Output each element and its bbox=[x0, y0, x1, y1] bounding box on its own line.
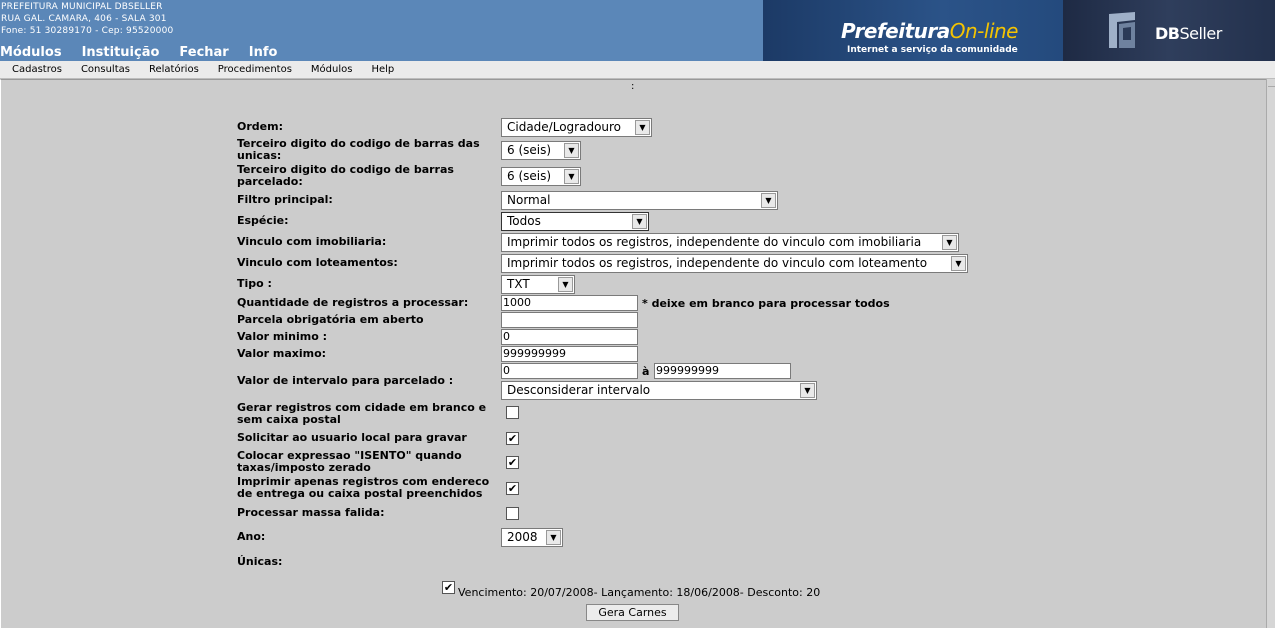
ordem-select-value: Cidade/Logradouro bbox=[507, 120, 622, 134]
chevron-down-icon: ▼ bbox=[564, 143, 579, 158]
intervalo-from-input[interactable]: 0 bbox=[501, 363, 638, 379]
especie-select[interactable]: Todos ▼ bbox=[501, 212, 649, 231]
terceiro-parcelado-label: Terceiro digito do codigo de barras parc… bbox=[237, 163, 454, 188]
brand-seller: Seller bbox=[1179, 24, 1222, 43]
intervalo-label: Valor de intervalo para parcelado : bbox=[237, 374, 454, 387]
chevron-down-icon: ▼ bbox=[951, 256, 966, 271]
massa-falida-label: Processar massa falida: bbox=[237, 506, 385, 519]
top-menu: Módulos Instituição Fechar Info bbox=[0, 44, 297, 61]
chevron-down-icon: ▼ bbox=[635, 120, 650, 135]
menu-modulos[interactable]: Módulos bbox=[311, 61, 353, 78]
intervalo-to-input[interactable]: 999999999 bbox=[654, 363, 791, 379]
chevron-down-icon: ▼ bbox=[564, 169, 579, 184]
solicitar-checkbox[interactable]: ✔ bbox=[506, 432, 519, 445]
vinculo-imobiliaria-label: Vinculo com imobiliaria: bbox=[237, 235, 387, 248]
vinculo-imobiliaria-value: Imprimir todos os registros, independent… bbox=[507, 235, 922, 249]
dbseller-logo-area: DBSeller bbox=[1063, 0, 1275, 61]
prefeitura-online-banner: PrefeituraOn-line Internet a serviço da … bbox=[763, 0, 1063, 61]
top-menu-info[interactable]: Info bbox=[249, 44, 278, 61]
menu-relatorios[interactable]: Relatórios bbox=[149, 61, 199, 78]
header-bar: PREFEITURA MUNICIPAL DBSELLER RUA GAL. C… bbox=[0, 0, 1275, 61]
gera-carnes-button[interactable]: Gera Carnes bbox=[586, 604, 679, 621]
filtro-principal-select[interactable]: Normal ▼ bbox=[501, 191, 778, 210]
filtro-principal-value: Normal bbox=[507, 193, 551, 207]
tipo-value: TXT bbox=[507, 277, 530, 291]
quantidade-label: Quantidade de registros a processar: bbox=[237, 296, 469, 309]
top-menu-fechar[interactable]: Fechar bbox=[179, 44, 228, 61]
massa-falida-checkbox[interactable] bbox=[506, 507, 519, 520]
intervalo-select[interactable]: Desconsiderar intervalo ▼ bbox=[501, 381, 817, 400]
ano-value: 2008 bbox=[507, 530, 538, 544]
ano-select[interactable]: 2008 ▼ bbox=[501, 528, 563, 547]
vertical-scrollbar[interactable] bbox=[1266, 79, 1275, 628]
isento-label: Colocar expressao "ISENTO" quando taxas/… bbox=[237, 449, 462, 474]
chevron-down-icon: ▼ bbox=[942, 235, 957, 250]
chevron-down-icon: ▼ bbox=[546, 530, 561, 545]
menu-bar: Cadastros Consultas Relatórios Procedime… bbox=[0, 61, 1275, 79]
terceiro-parcelado-value: 6 (seis) bbox=[507, 169, 552, 183]
intervalo-select-value: Desconsiderar intervalo bbox=[507, 383, 651, 397]
chevron-down-icon: ▼ bbox=[632, 214, 647, 229]
vinculo-loteamentos-label: Vinculo com loteamentos: bbox=[237, 256, 398, 269]
banner-title-online: On-line bbox=[949, 19, 1019, 43]
chevron-down-icon: ▼ bbox=[761, 193, 776, 208]
cidade-branco-label: Gerar registros com cidade em branco e s… bbox=[237, 401, 487, 426]
title-separator: : bbox=[631, 81, 635, 92]
tipo-label: Tipo : bbox=[237, 277, 272, 290]
terceiro-unicas-value: 6 (seis) bbox=[507, 143, 552, 157]
vinculo-imobiliaria-select[interactable]: Imprimir todos os registros, independent… bbox=[501, 233, 959, 252]
top-menu-instituicao[interactable]: Instituição bbox=[82, 44, 160, 61]
imprimir-checkbox[interactable]: ✔ bbox=[506, 482, 519, 495]
ordem-label: Ordem: bbox=[237, 120, 283, 133]
parcela-input[interactable] bbox=[501, 312, 638, 328]
terceiro-parcelado-select[interactable]: 6 (seis) ▼ bbox=[501, 167, 581, 186]
imprimir-label: Imprimir apenas registros com endereco d… bbox=[237, 475, 490, 500]
banner-title: PrefeituraOn-line bbox=[841, 19, 1018, 43]
ordem-select[interactable]: Cidade/Logradouro ▼ bbox=[501, 118, 652, 137]
chevron-down-icon: ▼ bbox=[558, 277, 573, 292]
banner-subtitle: Internet a serviço da comunidade bbox=[847, 45, 1018, 55]
isento-checkbox[interactable]: ✔ bbox=[506, 456, 519, 469]
address-line: Fone: 51 30289170 - Cep: 95520000 bbox=[1, 26, 174, 36]
ano-label: Ano: bbox=[237, 530, 266, 543]
scroll-up-arrow-icon[interactable] bbox=[1268, 79, 1275, 87]
banner-title-prefeitura: Prefeitura bbox=[841, 19, 950, 43]
top-menu-modulos[interactable]: Módulos bbox=[0, 44, 62, 61]
vinculo-loteamentos-value: Imprimir todos os registros, independent… bbox=[507, 256, 928, 270]
dbseller-logo-icon bbox=[1109, 12, 1135, 48]
terceiro-unicas-select[interactable]: 6 (seis) ▼ bbox=[501, 141, 581, 160]
unicas-label: Únicas: bbox=[237, 555, 283, 568]
institution-address: PREFEITURA MUNICIPAL DBSELLER RUA GAL. C… bbox=[1, 1, 173, 37]
solicitar-label: Solicitar ao usuario local para gravar bbox=[237, 431, 467, 444]
especie-value: Todos bbox=[507, 214, 541, 228]
dbseller-brand: DBSeller bbox=[1155, 24, 1222, 43]
quantidade-input[interactable]: 1000 bbox=[501, 295, 638, 311]
filtro-principal-label: Filtro principal: bbox=[237, 193, 333, 206]
quantidade-note: * deixe em branco para processar todos bbox=[642, 297, 890, 310]
menu-procedimentos[interactable]: Procedimentos bbox=[218, 61, 292, 78]
vinculo-loteamentos-select[interactable]: Imprimir todos os registros, independent… bbox=[501, 254, 968, 273]
unica-description: Vencimento: 20/07/2008- Lançamento: 18/0… bbox=[458, 586, 821, 599]
chevron-down-icon: ▼ bbox=[800, 383, 815, 398]
menu-consultas[interactable]: Consultas bbox=[81, 61, 130, 78]
especie-label: Espécie: bbox=[237, 214, 289, 227]
terceiro-unicas-label: Terceiro digito do codigo de barras das … bbox=[237, 137, 480, 162]
brand-db: DB bbox=[1155, 24, 1180, 43]
unica-checkbox[interactable]: ✔ bbox=[442, 581, 455, 594]
valor-minimo-input[interactable]: 0 bbox=[501, 329, 638, 345]
valor-maximo-input[interactable]: 999999999 bbox=[501, 346, 638, 362]
valor-maximo-label: Valor maximo: bbox=[237, 347, 327, 360]
parcela-label: Parcela obrigatória em aberto bbox=[237, 313, 424, 326]
tipo-select[interactable]: TXT ▼ bbox=[501, 275, 575, 294]
menu-cadastros[interactable]: Cadastros bbox=[12, 61, 62, 78]
address-line: PREFEITURA MUNICIPAL DBSELLER bbox=[1, 2, 163, 12]
menu-help[interactable]: Help bbox=[371, 61, 394, 78]
intervalo-separator: à bbox=[642, 365, 650, 378]
address-line: RUA GAL. CAMARA, 406 - SALA 301 bbox=[1, 14, 167, 24]
cidade-branco-checkbox[interactable] bbox=[506, 406, 519, 419]
valor-minimo-label: Valor minimo : bbox=[237, 330, 327, 343]
